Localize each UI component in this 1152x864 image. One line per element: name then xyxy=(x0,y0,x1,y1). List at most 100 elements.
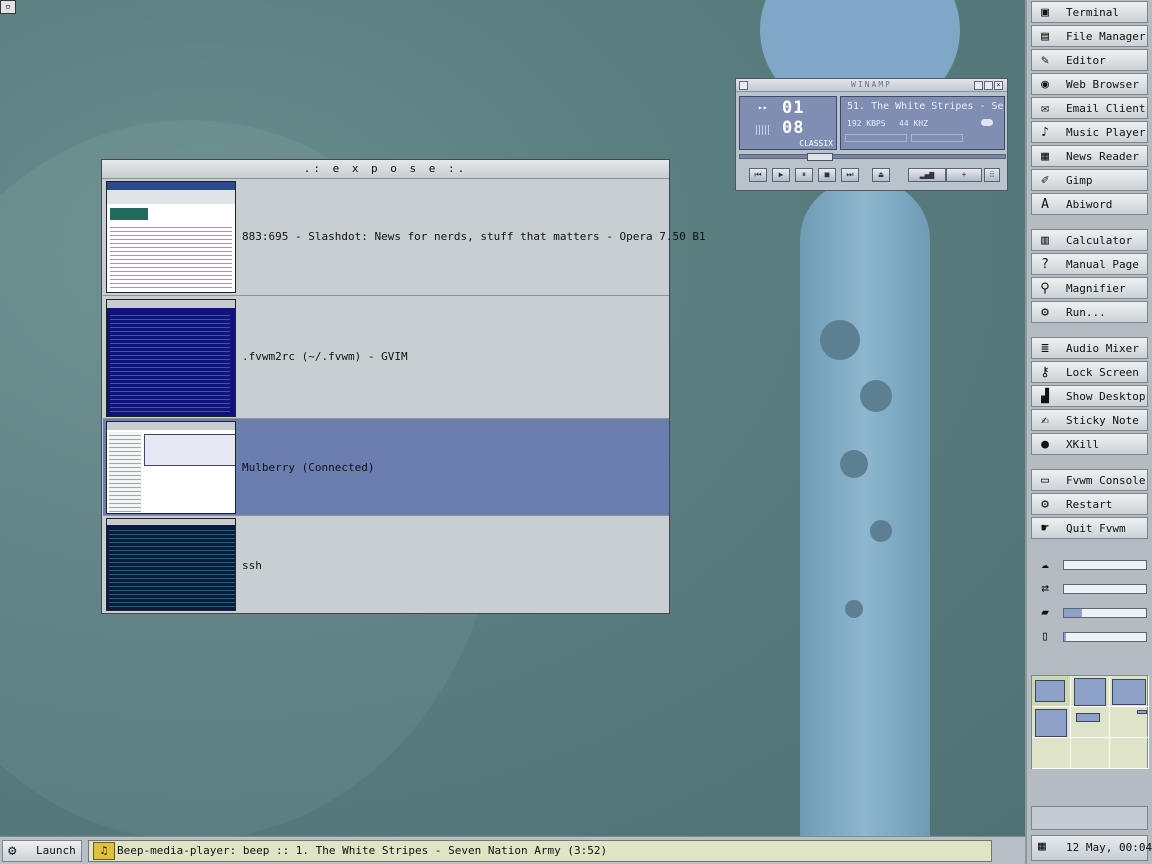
launch-button[interactable]: ⚙ Launch xyxy=(2,840,82,862)
panel-button-label: Gimp xyxy=(1066,174,1093,187)
gimp-icon: ✐ xyxy=(1041,173,1049,188)
taskbar: ⚙ Launch ♫ Beep-media-player: beep :: 1.… xyxy=(0,836,1025,864)
panel-button-abiword[interactable]: A Abiword xyxy=(1031,193,1148,215)
panel-button-terminal[interactable]: ▣ Terminal xyxy=(1031,1,1148,23)
panel-button-audio-mixer[interactable]: ≣ Audio Mixer xyxy=(1031,337,1148,359)
expose-item-opera[interactable]: 883:695 - Slashdot: News for nerds, stuf… xyxy=(103,178,706,296)
pager-desk[interactable] xyxy=(1071,707,1110,738)
panel-button-music-player[interactable]: ♪ Music Player xyxy=(1031,121,1148,143)
panel-button-restart[interactable]: ⚙ Restart xyxy=(1031,493,1148,515)
memory-icon: ▰ xyxy=(1041,605,1049,620)
pager-desk[interactable] xyxy=(1110,738,1149,769)
window-thumbnail xyxy=(106,518,236,611)
panel-button-calculator[interactable]: ▥ Calculator xyxy=(1031,229,1148,251)
pager-window[interactable] xyxy=(1074,678,1106,706)
winamp-window: WINAMP × ▸▸ 01 08 CLASSIX 51. The White … xyxy=(735,78,1008,191)
wallpaper-dot xyxy=(820,320,860,360)
desktop-pager[interactable] xyxy=(1031,675,1149,769)
bomb-icon: ● xyxy=(1041,437,1049,452)
panel-button-label: Calculator xyxy=(1066,234,1133,247)
disk-icon: ▯ xyxy=(1041,629,1049,644)
task-label: Beep-media-player: beep :: 1. The White … xyxy=(117,844,608,857)
panel-button-lock-screen[interactable]: ⚷ Lock Screen xyxy=(1031,361,1148,383)
panel-button-label: Email Client xyxy=(1066,102,1146,115)
seek-bar[interactable] xyxy=(739,153,1006,161)
samplerate: 44 KHZ xyxy=(899,119,928,128)
desktop-corner-button[interactable]: ▫ xyxy=(0,0,16,14)
expose-item-ssh[interactable]: ssh xyxy=(103,516,669,613)
eject-button[interactable]: ⏏ xyxy=(872,168,890,182)
prev-button[interactable]: ⏮ xyxy=(749,168,767,182)
shade-icon[interactable] xyxy=(984,81,993,90)
taskbar-item-beep[interactable]: ♫ Beep-media-player: beep :: 1. The Whit… xyxy=(88,840,992,862)
pager-desk[interactable] xyxy=(1071,738,1110,769)
manual-icon: ? xyxy=(1041,257,1049,272)
panel-button-gimp[interactable]: ✐ Gimp xyxy=(1031,169,1148,191)
bitrate: 192 KBPS xyxy=(847,119,886,128)
next-button[interactable]: ⏭ xyxy=(841,168,859,182)
pager-window[interactable] xyxy=(1035,680,1065,702)
options-button[interactable]: ⁞⁞ xyxy=(984,168,1000,182)
panel-button-show-desktop[interactable]: ▟ Show Desktop xyxy=(1031,385,1148,407)
launch-label: Launch xyxy=(36,844,76,857)
panel-button-label: XKill xyxy=(1066,438,1100,451)
panel-button-xkill[interactable]: ● XKill xyxy=(1031,433,1148,455)
beep-icon: ♫ xyxy=(93,842,115,860)
panel-button-label: Restart xyxy=(1066,498,1113,511)
stop-button[interactable]: ■ xyxy=(818,168,836,182)
speaker-icon: ♪ xyxy=(1041,125,1049,140)
visualizer xyxy=(756,125,770,135)
panel-button-manual-page[interactable]: ? Manual Page xyxy=(1031,253,1148,275)
panel-button-quit-fvwm[interactable]: ☛ Quit Fvwm xyxy=(1031,517,1148,539)
winamp-menu-icon[interactable] xyxy=(739,81,748,90)
monitor-meter xyxy=(1063,560,1147,570)
monitor-meter xyxy=(1063,584,1147,594)
clock-text: 12 May, 00:04 xyxy=(1066,841,1152,854)
skin-label: CLASSIX xyxy=(799,139,833,148)
panel-button-email-client[interactable]: ✉ Email Client xyxy=(1031,97,1148,119)
playlist-button[interactable]: + xyxy=(946,168,982,182)
window-thumbnail xyxy=(106,421,236,514)
panel-spacer xyxy=(1031,806,1148,830)
expose-item-mulberry[interactable]: Mulberry (Connected) xyxy=(103,419,669,516)
mixer-icon: ≣ xyxy=(1041,341,1049,356)
monitor-meter xyxy=(1063,632,1147,642)
email-icon: ✉ xyxy=(1041,101,1049,116)
expose-item-gvim[interactable]: .fvwm2rc (~/.fvwm) - GVIM xyxy=(103,296,669,419)
file-manager-icon: ▤ xyxy=(1041,29,1049,44)
panel-button-file-manager[interactable]: ▤ File Manager xyxy=(1031,25,1148,47)
pager-window[interactable] xyxy=(1076,713,1100,722)
panel-button-magnifier[interactable]: ⚲ Magnifier xyxy=(1031,277,1148,299)
panel-button-editor[interactable]: ✎ Editor xyxy=(1031,49,1148,71)
close-icon[interactable]: × xyxy=(994,81,1003,90)
panel-button-web-browser[interactable]: ◉ Web Browser xyxy=(1031,73,1148,95)
quit-icon: ☛ xyxy=(1041,521,1049,536)
panel-button-run[interactable]: ⚙ Run... xyxy=(1031,301,1148,323)
clock[interactable]: ▦ 12 May, 00:04 xyxy=(1031,835,1152,861)
play-button[interactable]: ▶ xyxy=(772,168,790,182)
balance-slider[interactable] xyxy=(911,134,963,142)
winamp-titlebar[interactable]: WINAMP xyxy=(736,79,1007,92)
console-icon: ▭ xyxy=(1041,473,1049,488)
seek-knob[interactable] xyxy=(807,153,833,161)
panel-button-fvwm-console[interactable]: ▭ Fvwm Console xyxy=(1031,469,1148,491)
minimize-icon[interactable] xyxy=(974,81,983,90)
web-browser-icon: ◉ xyxy=(1041,77,1049,92)
pager-window[interactable] xyxy=(1137,710,1147,714)
window-title: .fvwm2rc (~/.fvwm) - GVIM xyxy=(242,350,408,363)
cpu-icon: ☁ xyxy=(1041,557,1049,572)
abiword-icon: A xyxy=(1041,197,1049,212)
pager-window[interactable] xyxy=(1035,709,1067,737)
volume-slider[interactable] xyxy=(845,134,907,142)
expose-window: .: e x p o s e :. 883:695 - Slashdot: Ne… xyxy=(101,159,706,614)
pause-button[interactable]: ⏸ xyxy=(795,168,813,182)
panel-button-sticky-note[interactable]: ✍ Sticky Note xyxy=(1031,409,1148,431)
key-icon: ⚷ xyxy=(1040,365,1050,380)
eq-button[interactable]: ▂▄▆ xyxy=(908,168,946,182)
winamp-info: 51. The White Stripes - Seven Nation Arm… xyxy=(840,96,1005,150)
pager-window[interactable] xyxy=(1112,679,1146,705)
pager-desk[interactable] xyxy=(1032,738,1071,769)
run-gear-icon: ⚙ xyxy=(1041,305,1049,320)
panel-button-news-reader[interactable]: ▦ News Reader xyxy=(1031,145,1148,167)
window-thumbnail xyxy=(106,181,236,293)
